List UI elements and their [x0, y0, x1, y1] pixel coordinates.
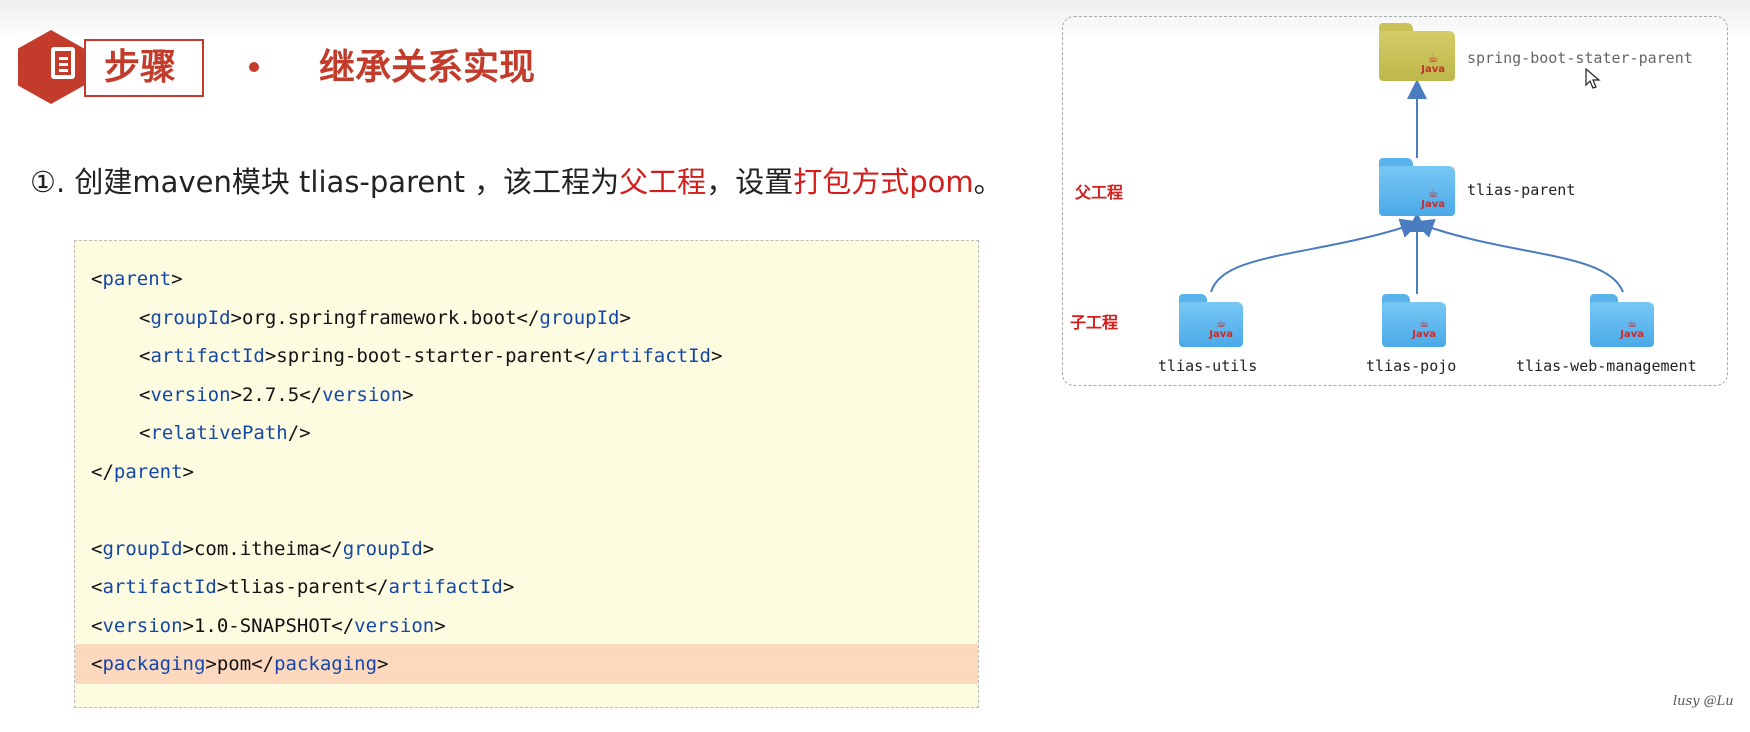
- code-block: <parent> <groupId>org.springframework.boo…: [74, 240, 979, 708]
- code-line: <artifactId>spring-boot-starter-parent</…: [75, 336, 978, 376]
- java-icon: ☕ Java: [1209, 316, 1233, 340]
- root-label: spring-boot-stater-parent: [1467, 49, 1693, 67]
- document-icon: [18, 30, 84, 104]
- xml-tag: </packaging>: [251, 653, 389, 675]
- xml-tag: <groupId>: [91, 537, 194, 560]
- child-label-utils: tlias-utils: [1158, 357, 1258, 375]
- parent-label: tlias-parent: [1467, 181, 1576, 199]
- xml-tag: </artifactId>: [573, 345, 723, 367]
- xml-tag: <version>: [139, 383, 242, 406]
- child-folder-icon-pojo: ☕ Java: [1382, 294, 1446, 347]
- java-icon: ☕ Java: [1421, 186, 1445, 210]
- xml-tag: <artifactId>: [139, 345, 277, 367]
- xml-text: 2.7.5: [241, 383, 300, 406]
- bullet-icon: [249, 62, 259, 72]
- code-line: <packaging>pom</packaging>: [75, 644, 978, 684]
- xml-text: pom: [216, 653, 252, 675]
- parent-project-label: 父工程: [1075, 183, 1124, 202]
- step-suffix: 。: [973, 165, 1003, 199]
- child-label-pojo: tlias-pojo: [1366, 357, 1457, 375]
- step-middle: ，设置: [706, 165, 794, 199]
- xml-tag: <version>: [91, 614, 194, 637]
- step-description: ①. 创建maven模块 tlias-parent ，该工程为父工程，设置打包方…: [30, 160, 1003, 204]
- xml-tag: <packaging>: [91, 653, 217, 675]
- mouse-cursor-icon: [1585, 68, 1601, 89]
- step-label: 步骤: [84, 39, 204, 97]
- xml-tag: </version>: [299, 383, 414, 406]
- xml-tag: <parent>: [91, 268, 183, 290]
- step-prefix: ①. 创建maven模块 tlias-parent ，该工程为: [30, 165, 620, 199]
- code-line: <groupId>org.springframework.boot</group…: [75, 298, 978, 338]
- xml-tag: </groupId>: [516, 306, 631, 329]
- code-line: <parent>: [75, 259, 978, 299]
- xml-text: tlias-parent: [228, 576, 366, 598]
- java-icon: ☕ Java: [1421, 51, 1445, 75]
- xml-tag: </groupId>: [319, 537, 435, 560]
- xml-tag: <relativePath/>: [139, 422, 311, 444]
- child-label-web: tlias-web-management: [1516, 357, 1697, 375]
- child-project-label: 子工程: [1070, 313, 1119, 332]
- code-line: <version>1.0-SNAPSHOT</version>: [75, 606, 978, 646]
- parent-folder-icon: ☕ Java: [1379, 158, 1455, 216]
- arrow-utils-to-parent: [1210, 218, 1421, 293]
- xml-tag: </version>: [331, 614, 446, 637]
- page-title: 继承关系实现: [319, 47, 536, 88]
- arrow-web-to-parent: [1413, 218, 1624, 293]
- xml-text: 1.0-SNAPSHOT: [193, 614, 332, 637]
- code-line: </parent>: [75, 452, 978, 492]
- child-folder-icon-utils: ☕ Java: [1179, 294, 1243, 347]
- xml-tag: </parent>: [91, 460, 194, 483]
- root-folder-icon: ☕ Java: [1379, 23, 1455, 81]
- code-line: <relativePath/>: [75, 413, 978, 453]
- xml-tag: <groupId>: [139, 306, 242, 329]
- xml-text: spring-boot-starter-parent: [276, 345, 574, 367]
- xml-text: com.itheima: [193, 537, 320, 560]
- child-folder-icon-web: ☕ Java: [1590, 294, 1654, 347]
- step-highlight-packaging: 打包方式pom: [793, 165, 974, 199]
- java-icon: ☕ Java: [1412, 316, 1436, 340]
- code-line: <version>2.7.5</version>: [75, 375, 978, 415]
- xml-tag: </artifactId>: [365, 576, 515, 598]
- code-line: <groupId>com.itheima</groupId>: [75, 529, 978, 569]
- code-line: <artifactId>tlias-parent</artifactId>: [75, 567, 978, 607]
- xml-tag: <artifactId>: [91, 576, 229, 598]
- java-icon: ☕ Java: [1620, 316, 1644, 340]
- step-highlight-parent: 父工程: [619, 165, 707, 199]
- inheritance-diagram: 父工程 子工程 ☕ Java spring-boot-stater-parent …: [1062, 16, 1728, 386]
- watermark: lusy @Lu: [1673, 694, 1734, 709]
- xml-text: org.springframework.boot: [241, 306, 517, 329]
